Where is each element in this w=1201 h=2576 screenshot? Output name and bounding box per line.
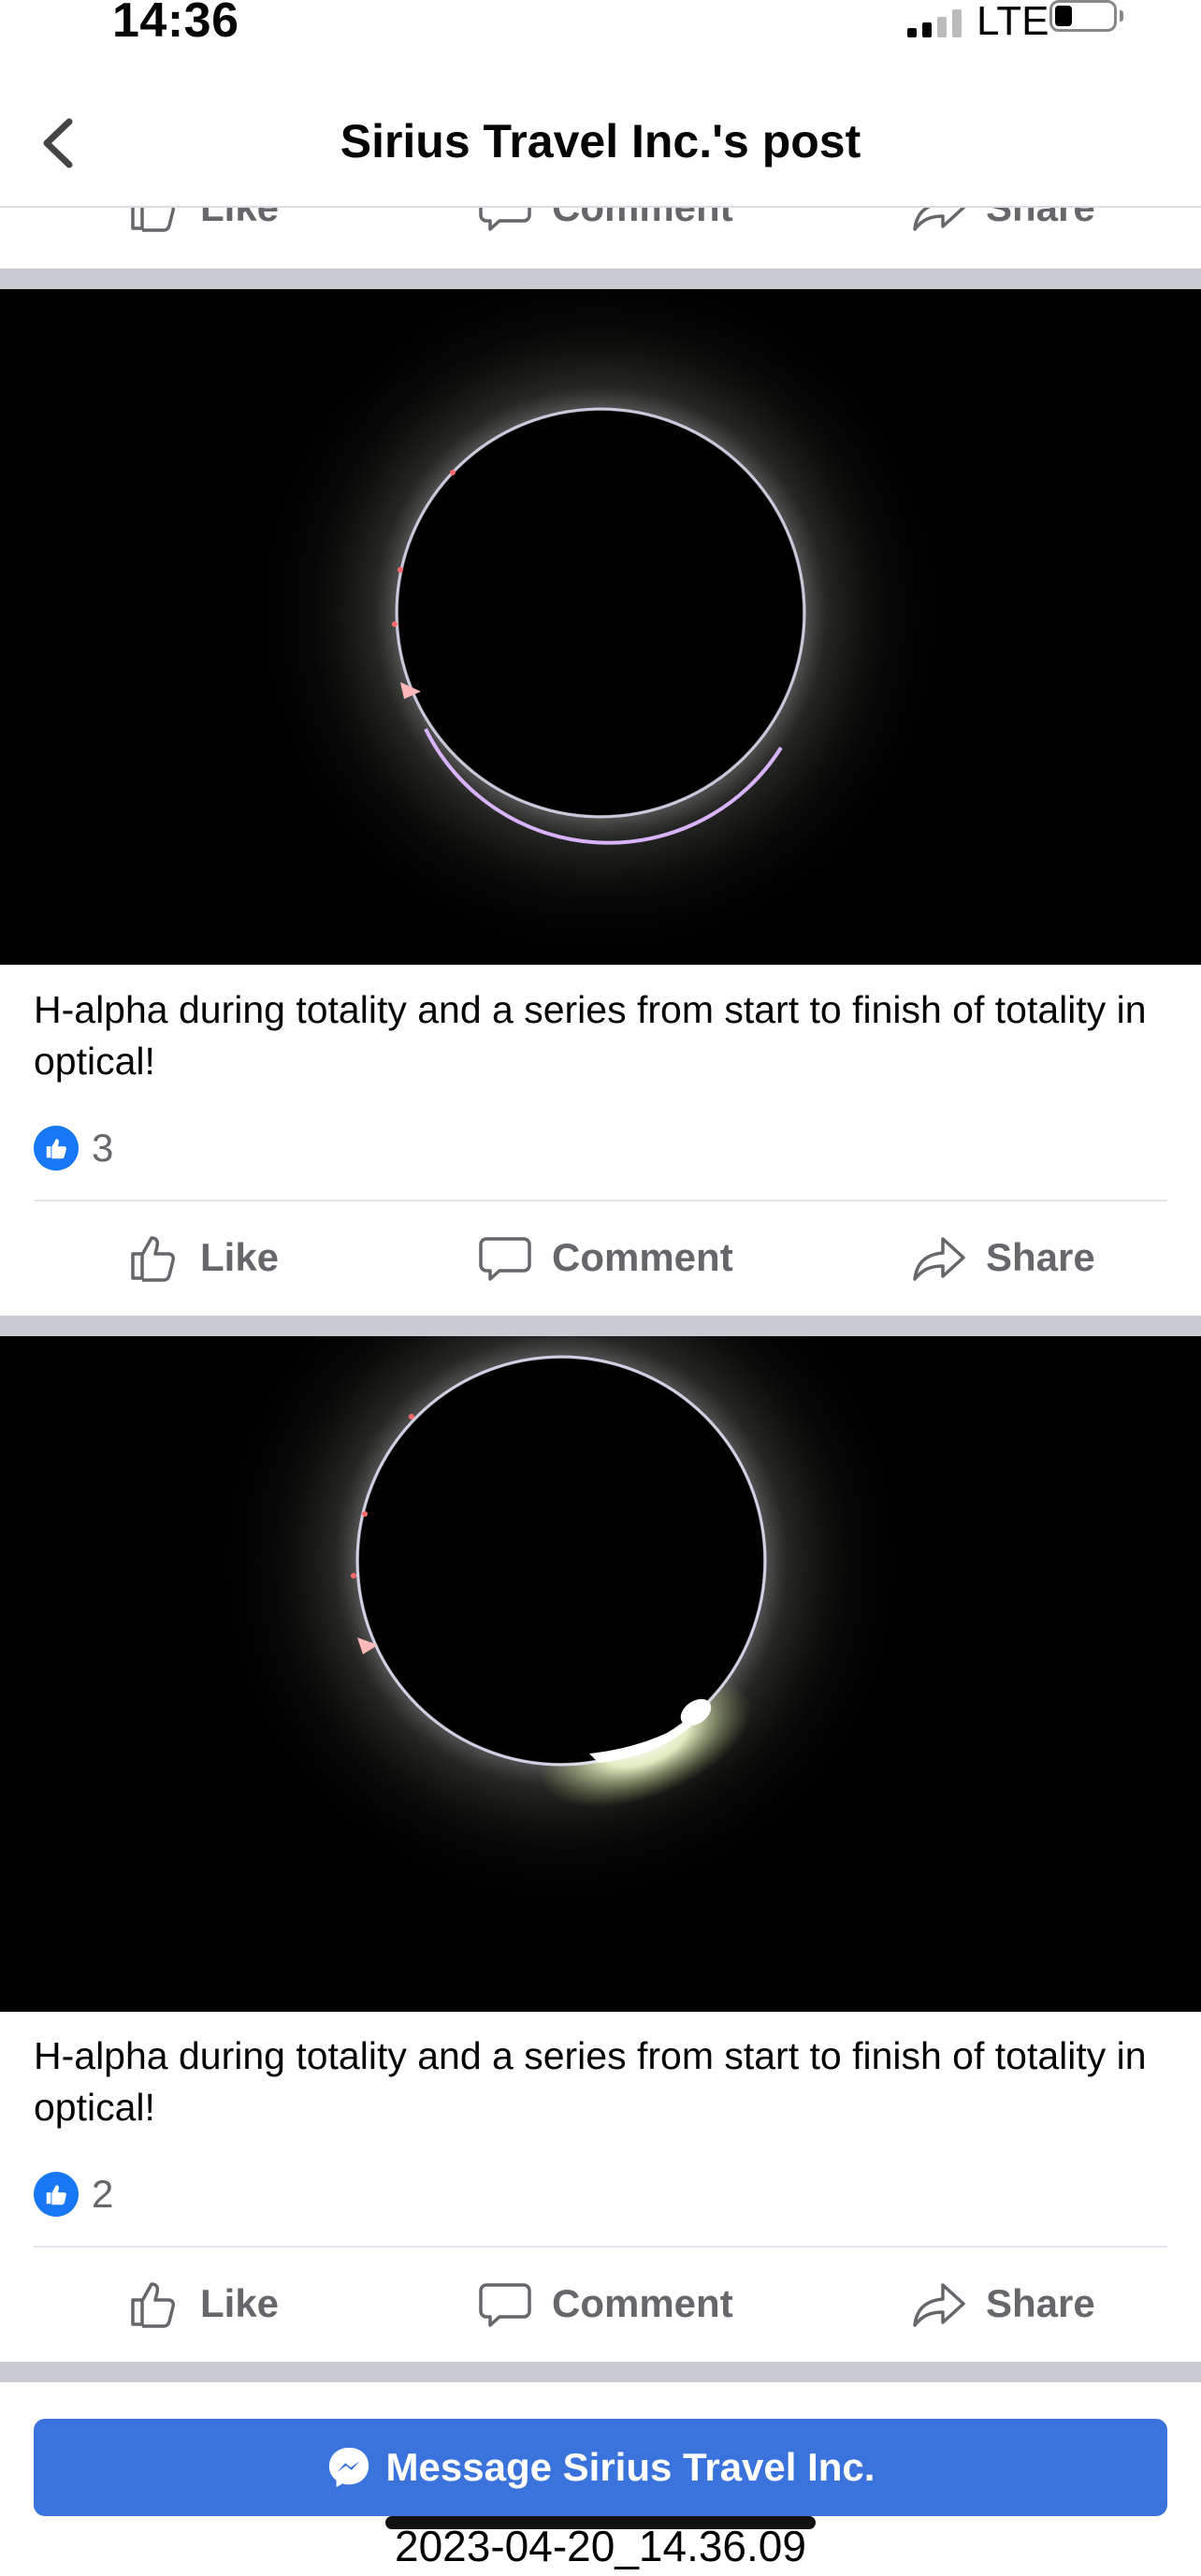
like-button[interactable]: Like <box>125 1211 279 1304</box>
message-page-button[interactable]: Message Sirius Travel Inc. <box>34 2419 1167 2516</box>
comment-icon <box>479 2283 531 2327</box>
share-icon <box>913 2283 965 2327</box>
network-label: LTE <box>977 0 1049 44</box>
comment-icon <box>479 208 531 231</box>
post-divider <box>34 2246 1167 2248</box>
share-label: Share <box>986 1235 1095 1279</box>
post-photo[interactable] <box>0 1336 1201 2012</box>
comment-icon <box>479 1237 531 1281</box>
share-label: Share <box>986 2281 1095 2325</box>
reaction-count: 2 <box>92 2172 114 2216</box>
comment-label: Comment <box>552 2281 733 2325</box>
post-actions: Like Comment Share <box>0 2257 1201 2350</box>
battery-level <box>1055 6 1072 26</box>
post-actions: Like Comment Share <box>0 1211 1201 1304</box>
comment-button[interactable]: Comment <box>477 2257 733 2350</box>
page-title: Sirius Travel Inc.'s post <box>340 115 861 167</box>
clipped-action-bar: Like Comment Share <box>0 208 1201 264</box>
like-button[interactable]: Like <box>125 2257 279 2350</box>
like-label: Like <box>200 1235 280 1279</box>
post-separator <box>0 2362 1201 2382</box>
post-divider <box>34 1200 1167 1201</box>
share-button[interactable]: Share <box>911 208 1095 255</box>
share-icon <box>913 208 965 231</box>
message-button-label: Message Sirius Travel Inc. <box>385 2445 875 2489</box>
signal-icon <box>907 9 965 37</box>
comment-label: Comment <box>552 208 733 230</box>
like-reaction-icon <box>34 1126 79 1171</box>
comment-button[interactable]: Comment <box>477 208 733 255</box>
share-icon <box>913 1237 965 1281</box>
eclipse-image <box>0 289 1201 965</box>
post-caption: H-alpha during totality and a series fro… <box>34 2034 1147 2129</box>
share-button[interactable]: Share <box>911 1211 1095 1304</box>
eclipse-image <box>0 1336 1201 2012</box>
reaction-summary[interactable]: 3 <box>34 1125 113 1172</box>
reaction-count: 3 <box>92 1126 114 1170</box>
comment-label: Comment <box>552 1235 733 1279</box>
comment-button[interactable]: Comment <box>477 1211 733 1304</box>
like-label: Like <box>200 208 279 230</box>
reaction-summary[interactable]: 2 <box>34 2171 113 2218</box>
like-button[interactable]: Like <box>125 208 279 255</box>
status-time: 14:36 <box>112 0 239 48</box>
like-reaction-icon <box>34 2172 79 2217</box>
post-caption: H-alpha during totality and a series fro… <box>34 988 1147 1083</box>
timestamp-overlay: 2023-04-20_14.36.09 <box>395 2522 806 2570</box>
thumbs-up-icon <box>131 208 175 232</box>
post-photo[interactable] <box>0 289 1201 965</box>
share-button[interactable]: Share <box>911 2257 1095 2350</box>
battery-tip <box>1120 10 1123 22</box>
messenger-icon <box>328 2447 369 2488</box>
post-separator <box>0 269 1201 289</box>
post-separator <box>0 1316 1201 1336</box>
like-label: Like <box>200 2281 280 2325</box>
thumbs-up-icon <box>131 1236 175 1282</box>
share-label: Share <box>986 208 1095 230</box>
thumbs-up-icon <box>131 2282 175 2328</box>
